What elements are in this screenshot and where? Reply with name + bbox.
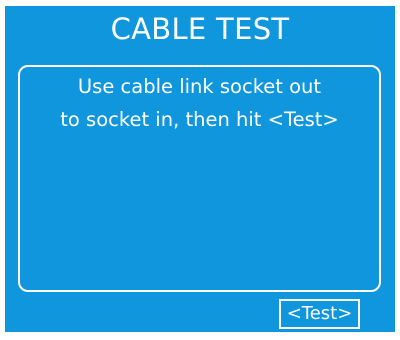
instruction-line-2: to socket in, then hit <Test> [60,108,339,131]
page-title: CABLE TEST [110,12,290,46]
instruction-message: Use cable link socket out to socket in, … [20,70,379,136]
test-button[interactable]: <Test> [279,299,360,329]
cable-test-screen: CABLE TEST Use cable link socket out to … [5,6,395,332]
instruction-panel: Use cable link socket out to socket in, … [18,65,381,292]
instruction-line-1: Use cable link socket out [77,75,322,98]
